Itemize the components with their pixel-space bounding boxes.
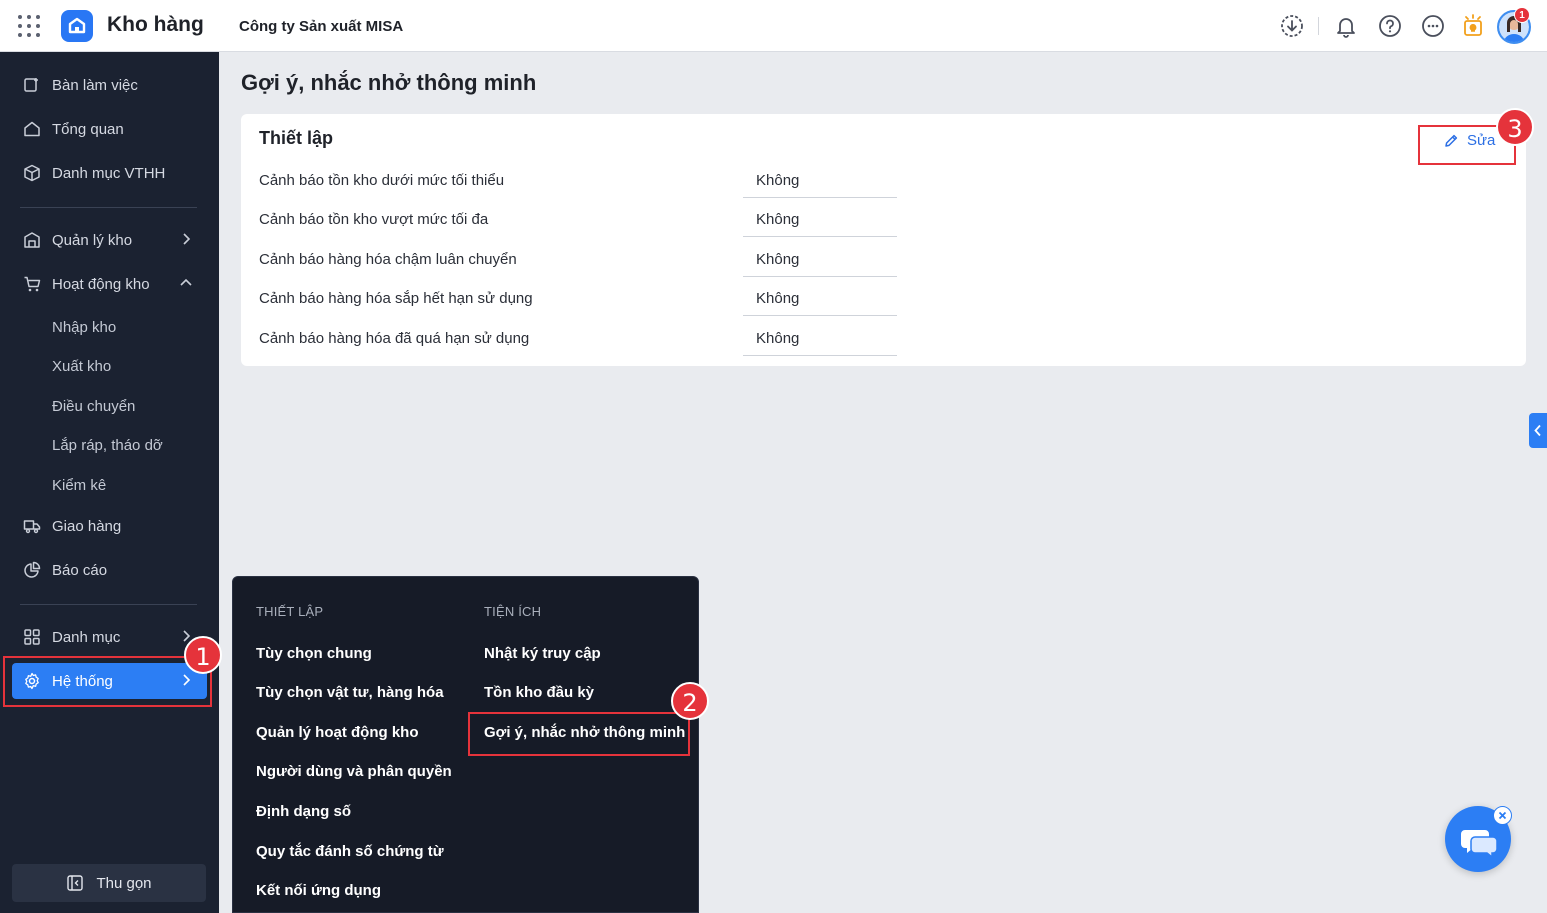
close-icon — [1498, 811, 1507, 820]
sidebar-item-label: Danh mục VTHH — [52, 164, 166, 182]
grid-icon — [12, 619, 52, 655]
menu-item-opening-stock[interactable]: Tồn kho đầu kỳ — [484, 684, 594, 701]
menu-item-material-options[interactable]: Tùy chọn vật tư, hàng hóa — [256, 684, 444, 701]
collapse-button[interactable]: Thu gọn — [12, 864, 206, 902]
truck-icon — [12, 508, 52, 544]
sidebar-item-catalog-vthh[interactable]: Danh mục VTHH — [12, 155, 207, 191]
collapse-label: Thu gọn — [96, 874, 152, 892]
download-icon[interactable] — [1279, 13, 1305, 39]
sidebar-item-warehouse-mgmt[interactable]: Quản lý kho — [12, 222, 207, 258]
top-bar: Kho hàng Công ty Sản xuất MISA 1 — [0, 0, 1547, 52]
sidebar-item-label: Hoạt động kho — [52, 275, 150, 293]
setting-value: Không — [743, 330, 897, 356]
card-title: Thiết lập — [259, 128, 334, 148]
notification-badge: 1 — [1514, 7, 1530, 23]
sidebar-item-label: Báo cáo — [52, 561, 108, 579]
apps-grid-icon[interactable] — [18, 15, 40, 37]
step-marker-2: 2 — [671, 682, 709, 720]
sidebar-item-label: Tổng quan — [52, 120, 124, 138]
header-divider — [1318, 17, 1319, 35]
menu-item-access-log[interactable]: Nhật ký truy cập — [484, 645, 601, 662]
settings-card: Thiết lập Sửa Cảnh báo tồn kho dưới mức … — [241, 114, 1526, 366]
cart-icon — [12, 266, 52, 302]
menu-item-voucher-numbering[interactable]: Quy tắc đánh số chứng từ — [256, 843, 444, 860]
sidebar-divider — [20, 207, 197, 208]
chevron-up-icon — [180, 278, 192, 286]
setting-label: Cảnh báo hàng hóa sắp hết hạn sử dụng — [259, 290, 533, 307]
highlight-box-1 — [3, 656, 212, 707]
sidebar-subitem-export[interactable]: Xuất kho — [52, 358, 111, 375]
setting-label: Cảnh báo tồn kho vượt mức tối đa — [259, 211, 489, 228]
help-icon[interactable] — [1377, 13, 1403, 39]
collapse-icon — [67, 875, 84, 891]
warehouse-icon — [12, 222, 52, 258]
sidebar-item-warehouse-activity[interactable]: Hoạt động kho — [12, 266, 207, 302]
sidebar-divider — [20, 604, 197, 605]
sidebar-subitem-stocktake[interactable]: Kiểm kê — [52, 477, 106, 494]
sidebar-item-delivery[interactable]: Giao hàng — [12, 508, 207, 544]
app-logo[interactable] — [61, 10, 93, 42]
company-name[interactable]: Công ty Sản xuất MISA — [239, 18, 403, 35]
sidebar-item-label: Quản lý kho — [52, 231, 133, 249]
desk-icon — [12, 67, 52, 103]
menu-item-app-connect[interactable]: Kết nối ứng dụng — [256, 882, 381, 899]
sidebar-subitem-assembly[interactable]: Lắp ráp, tháo dỡ — [52, 437, 163, 454]
side-panel-toggle[interactable] — [1529, 413, 1547, 448]
sidebar-item-overview[interactable]: Tổng quan — [12, 111, 207, 147]
lightbulb-icon[interactable] — [1460, 13, 1486, 39]
sidebar-item-label: Danh mục — [52, 628, 121, 646]
menu-item-general-options[interactable]: Tùy chọn chung — [256, 645, 372, 662]
page-title: Gợi ý, nhắc nhở thông minh — [241, 70, 537, 95]
step-marker-1: 1 — [184, 636, 222, 674]
setting-label: Cảnh báo hàng hóa chậm luân chuyển — [259, 251, 517, 268]
more-icon[interactable] — [1420, 13, 1446, 39]
sidebar-item-desk[interactable]: Bàn làm việc — [12, 67, 207, 103]
home-icon — [12, 111, 52, 147]
step-marker-3: 3 — [1496, 108, 1534, 146]
sidebar-item-reports[interactable]: Báo cáo — [12, 552, 207, 588]
menu-item-warehouse-activity-mgmt[interactable]: Quản lý hoạt động kho — [256, 724, 419, 741]
setting-value: Không — [743, 172, 897, 198]
setting-value: Không — [743, 251, 897, 277]
menu-section-title: TIỆN ÍCH — [484, 604, 542, 619]
chat-close-button[interactable] — [1493, 806, 1512, 825]
highlight-box-2 — [468, 712, 690, 756]
chevron-left-icon — [1534, 424, 1541, 437]
app-name: Kho hàng — [107, 13, 204, 36]
sidebar-subitem-import[interactable]: Nhập kho — [52, 319, 116, 336]
sidebar-item-label: Bàn làm việc — [52, 76, 138, 94]
bell-icon[interactable] — [1333, 13, 1359, 39]
setting-value: Không — [743, 290, 897, 316]
menu-section-title: THIẾT LẬP — [256, 604, 324, 619]
setting-label: Cảnh báo tồn kho dưới mức tối thiểu — [259, 172, 505, 189]
sidebar: Bàn làm việc Tổng quan Danh mục VTHH Quả… — [0, 52, 219, 913]
setting-label: Cảnh báo hàng hóa đã quá hạn sử dụng — [259, 330, 530, 347]
chevron-right-icon — [183, 233, 191, 245]
pie-chart-icon — [12, 552, 52, 588]
sidebar-subitem-transfer[interactable]: Điều chuyển — [52, 398, 135, 415]
setting-value: Không — [743, 211, 897, 237]
sidebar-item-label: Giao hàng — [52, 517, 122, 535]
sidebar-item-categories[interactable]: Danh mục — [12, 619, 207, 655]
box-icon — [12, 155, 52, 191]
menu-item-number-format[interactable]: Định dạng số — [256, 803, 351, 820]
menu-item-users-permissions[interactable]: Người dùng và phân quyền — [256, 763, 452, 780]
